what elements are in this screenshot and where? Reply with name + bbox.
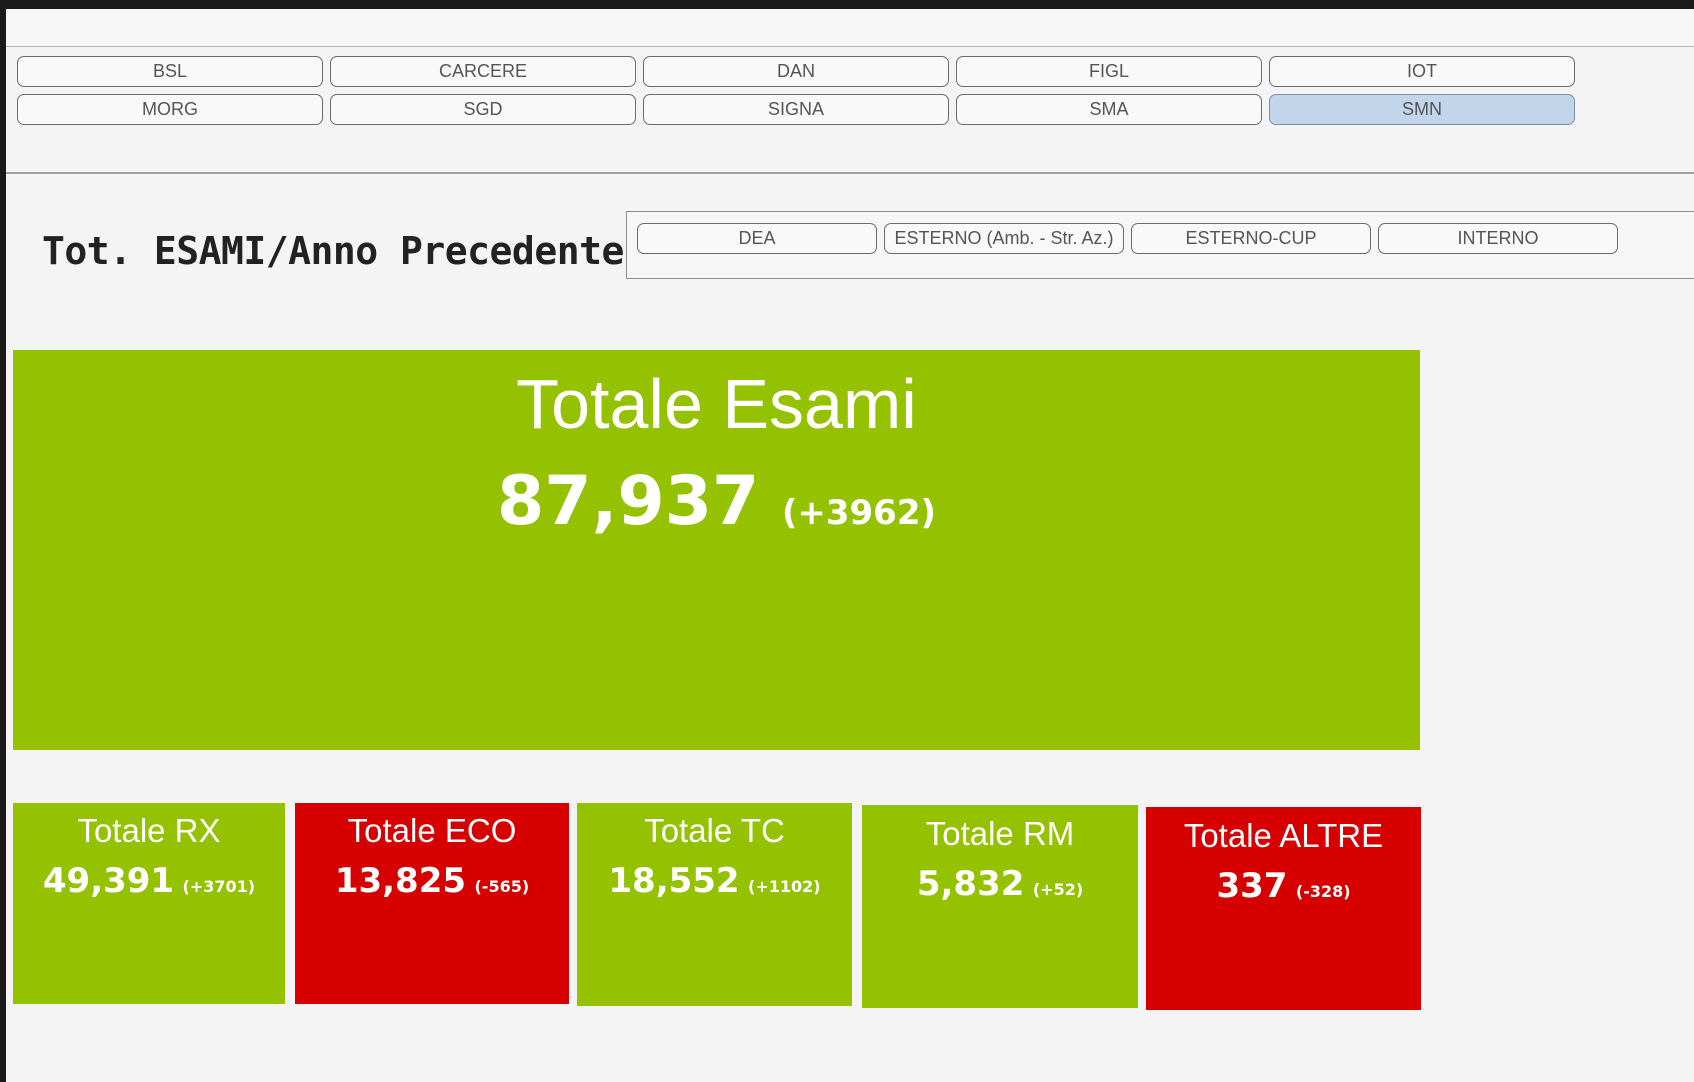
kpi-value: 337: [1216, 866, 1288, 906]
kpi-delta: (+52): [1032, 880, 1084, 899]
kpi-tile-totale-esami: Totale Esami 87,937 (+3962): [13, 350, 1420, 750]
dashboard-panel: BSL CARCERE DAN FIGL IOT MORG SGD SIGNA …: [6, 9, 1694, 1082]
kpi-delta: (-328): [1295, 882, 1351, 901]
top-strip: [6, 9, 1694, 47]
hospital-button-carcere[interactable]: CARCERE: [330, 56, 636, 87]
kpi-title: Totale ALTRE: [1183, 817, 1384, 854]
hospital-button-sma[interactable]: SMA: [956, 94, 1262, 125]
kpi-title: Totale ECO: [347, 812, 517, 849]
kpi-tile-totale-tc: Totale TC 18,552 (+1102): [577, 803, 852, 1006]
kpi-value: 5,832: [916, 864, 1025, 904]
source-button-dea[interactable]: DEA: [637, 223, 877, 254]
hospital-button-signa[interactable]: SIGNA: [643, 94, 949, 125]
source-filter-box: DEA ESTERNO (Amb. - Str. Az.) ESTERNO-CU…: [626, 211, 1694, 279]
kpi-tile-totale-altre: Totale ALTRE 337 (-328): [1146, 807, 1421, 1010]
kpi-value: 18,552: [608, 861, 740, 901]
kpi-title: Totale TC: [644, 812, 785, 849]
hospital-button-bsl[interactable]: BSL: [17, 56, 323, 87]
hospital-button-dan[interactable]: DAN: [643, 56, 949, 87]
page-title: Tot. ESAMI/Anno Precedente: [42, 229, 624, 273]
screen: BSL CARCERE DAN FIGL IOT MORG SGD SIGNA …: [0, 0, 1694, 1082]
kpi-value-row: 18,552 (+1102): [577, 861, 852, 901]
source-button-interno[interactable]: INTERNO: [1378, 223, 1618, 254]
hospital-button-sgd[interactable]: SGD: [330, 94, 636, 125]
hospital-button-figl[interactable]: FIGL: [956, 56, 1262, 87]
kpi-delta: (+3701): [182, 877, 256, 896]
kpi-value-row: 337 (-328): [1146, 866, 1421, 906]
kpi-value-row: 87,937 (+3962): [13, 462, 1420, 541]
source-button-esterno-amb[interactable]: ESTERNO (Amb. - Str. Az.): [884, 223, 1124, 254]
kpi-delta: (-565): [474, 877, 530, 896]
kpi-title: Totale Esami: [516, 365, 917, 443]
kpi-title: Totale RM: [925, 815, 1075, 852]
kpi-value-row: 13,825 (-565): [295, 861, 569, 901]
kpi-tile-totale-rx: Totale RX 49,391 (+3701): [13, 803, 285, 1004]
hospital-button-iot[interactable]: IOT: [1269, 56, 1575, 87]
hospital-button-morg[interactable]: MORG: [17, 94, 323, 125]
kpi-tile-totale-rm: Totale RM 5,832 (+52): [862, 805, 1138, 1008]
hospital-button-smn[interactable]: SMN: [1269, 94, 1575, 125]
kpi-delta: (+1102): [748, 877, 821, 896]
kpi-delta: (+3962): [781, 493, 937, 533]
kpi-title: Totale RX: [77, 812, 221, 849]
source-button-esterno-cup[interactable]: ESTERNO-CUP: [1131, 223, 1371, 254]
kpi-value-row: 5,832 (+52): [862, 864, 1138, 904]
kpi-value: 49,391: [42, 861, 175, 901]
hospital-filter-bar: BSL CARCERE DAN FIGL IOT MORG SGD SIGNA …: [6, 47, 1694, 174]
kpi-value-row: 49,391 (+3701): [13, 861, 285, 901]
kpi-value: 13,825: [334, 861, 467, 901]
kpi-tile-totale-eco: Totale ECO 13,825 (-565): [295, 803, 569, 1004]
kpi-value: 87,937: [496, 462, 760, 541]
